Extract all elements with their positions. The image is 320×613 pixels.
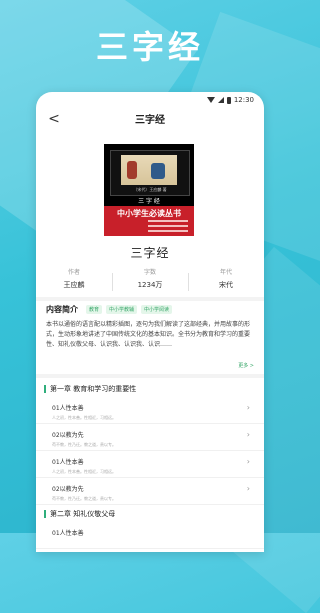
tag-badge[interactable]: 中小学阅读 [141, 305, 173, 314]
intro-text: 本书以通俗的语言配以精彩插图，逐句为我们解读了这部经典，并用故事的形式，生动形象… [46, 321, 251, 348]
signal-icon [217, 97, 224, 103]
chapter-header: 第一章 教育和学习的重要性 [36, 381, 264, 397]
chapter-marker [44, 510, 46, 518]
chevron-right-icon: › [246, 403, 250, 412]
intro-section: 内容简介 教育 中小学教辅 中小学阅读 本书以通俗的语言配以精彩插图，逐句为我们… [46, 304, 256, 369]
hero-title: 三字经 [95, 28, 204, 66]
meta-value: 王应麟 [63, 281, 85, 289]
intro-title: 内容简介 [46, 305, 78, 314]
more-link[interactable]: 更多 > [238, 362, 254, 369]
meta-label: 作者 [67, 269, 80, 276]
chevron-right-icon: › [246, 457, 250, 466]
cover-subtitle: （宋代）王应麟 著 [133, 187, 167, 192]
meta-era: 年代 宋代 [188, 267, 264, 291]
tag-badge[interactable]: 中小学教辅 [106, 305, 138, 314]
item-title: 01人性本善 [52, 459, 84, 466]
chevron-right-icon: › [246, 430, 250, 439]
chapter-title: 第一章 教育和学习的重要性 [50, 385, 137, 393]
meta-label: 年代 [219, 269, 232, 276]
tag-badge[interactable]: 教育 [86, 305, 103, 314]
cover-illustration: （宋代）王应麟 著 [110, 150, 190, 196]
meta-value: 宋代 [219, 281, 233, 289]
item-subtitle: 苟不教，性乃迁。教之道，贵以专。 [52, 496, 116, 501]
book-meta: 作者 王应麟 字数 1234万 年代 宋代 [36, 267, 264, 291]
chapter-title: 第二章 知礼仪敬父母 [50, 510, 116, 518]
meta-label: 字数 [143, 269, 156, 276]
chapter-item[interactable]: 01人性本善 [36, 522, 264, 549]
meta-value: 1234万 [137, 281, 163, 289]
wifi-icon [206, 97, 215, 103]
chevron-right-icon: › [246, 484, 250, 493]
chapter-section: 第一章 教育和学习的重要性 01人性本善 人之初，性本善。性相近，习相远。 › … [36, 381, 264, 505]
status-bar: 12:30 [36, 92, 264, 108]
book-cover: （宋代）王应麟 著 三 字 经 中小学生必读丛书 [104, 144, 194, 236]
cover-series: 中小学生必读丛书 [117, 208, 181, 218]
chapter-item[interactable]: 01人性本善 人之初，性本善。性相近，习相远。 › [36, 397, 264, 424]
phone-mockup: 12:30 < 三字经 （宋代）王应麟 著 三 字 经 中小学生必读丛书 三字经… [36, 92, 264, 552]
book-title: 三字经 [130, 246, 170, 260]
item-title: 02以教为先 [52, 486, 84, 493]
chapter-item[interactable]: 02以教为先 苟不教，性乃迁。教之道，贵以专。 › [36, 478, 264, 505]
back-icon[interactable]: < [46, 111, 62, 127]
nav-bar: < 三字经 [36, 108, 264, 132]
item-subtitle: 苟不教，性乃迁。教之道，贵以专。 [52, 442, 116, 447]
chapter-marker [44, 385, 46, 393]
chapter-item[interactable]: 02以教为先 苟不教，性乃迁。教之道，贵以专。 › [36, 424, 264, 451]
section-divider [36, 374, 264, 378]
item-subtitle: 人之初，性本善。性相近，习相远。 [52, 469, 116, 474]
item-subtitle: 人之初，性本善。性相近，习相远。 [52, 415, 116, 420]
page-title: 三字经 [135, 115, 165, 126]
item-title: 01人性本善 [52, 405, 84, 412]
section-divider [36, 297, 264, 301]
meta-author: 作者 王应麟 [36, 267, 112, 290]
chapter-section: 第二章 知礼仪敬父母 01人性本善 [36, 506, 264, 549]
chapter-header: 第二章 知礼仪敬父母 [36, 506, 264, 522]
chapter-item[interactable]: 01人性本善 人之初，性本善。性相近，习相远。 › [36, 451, 264, 478]
battery-icon [226, 96, 231, 104]
cover-art [121, 155, 177, 185]
cover-decoration [148, 220, 188, 235]
cover-band: 中小学生必读丛书 [104, 206, 194, 236]
item-title: 01人性本善 [52, 530, 84, 537]
meta-word-count: 字数 1234万 [112, 267, 188, 291]
item-title: 02以教为先 [52, 432, 84, 439]
cover-name: 三 字 经 [138, 198, 160, 205]
status-time: 12:30 [233, 96, 254, 104]
